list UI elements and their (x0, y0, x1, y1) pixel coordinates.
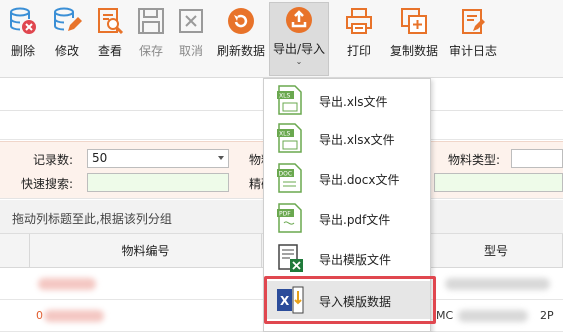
menu-item-label: 导出.xlsx文件 (319, 133, 395, 147)
docx-file-icon: DOC (277, 163, 302, 193)
print-label: 打印 (346, 44, 371, 58)
redacted-cell (38, 278, 96, 290)
print-button[interactable]: 打印 (340, 4, 378, 74)
view-label: 查看 (97, 44, 122, 58)
menu-item-export-xls[interactable]: XLS 导出.xls文件 (264, 81, 430, 119)
record-count-label: 记录数: (33, 153, 74, 167)
delete-button[interactable]: 删除 (4, 4, 42, 74)
copy-icon (401, 8, 427, 34)
cell-fragment: MC (436, 309, 454, 322)
export-import-button[interactable]: 导出/导入 ⌄ (269, 2, 329, 76)
save-icon (138, 8, 164, 34)
cell-fragment: 0 (36, 309, 43, 322)
menu-item-label: 导出.pdf文件 (319, 213, 391, 227)
toolbar: 删除 修改 查看 保存 取消 刷新数据 导出/导入 ⌄ 打印 复制数据 审计日志 (0, 0, 563, 78)
template-export-icon (278, 244, 303, 272)
material-type-select[interactable] (511, 149, 563, 168)
redacted-cell (445, 278, 550, 290)
delete-label: 删除 (10, 44, 35, 58)
svg-text:PDF: PDF (279, 211, 291, 218)
pdf-file-icon: PDF (277, 203, 302, 233)
menu-item-label: 导出.docx文件 (319, 173, 400, 187)
chevron-down-icon (218, 156, 224, 160)
svg-text:XLS: XLS (279, 131, 290, 138)
edit-button[interactable]: 修改 (48, 4, 86, 74)
refresh-label: 刷新数据 (216, 44, 265, 58)
quick-search-label: 快速搜索: (21, 177, 74, 191)
refresh-icon (228, 8, 254, 34)
audit-log-icon (462, 9, 485, 34)
refresh-button[interactable]: 刷新数据 (213, 4, 269, 74)
save-label: 保存 (138, 44, 163, 58)
redacted-cell (44, 310, 104, 322)
cancel-label: 取消 (178, 44, 203, 58)
copy-data-button[interactable]: 复制数据 (386, 4, 442, 74)
audit-log-button[interactable]: 审计日志 (445, 4, 501, 74)
record-count-select[interactable]: 50 (87, 149, 229, 168)
xlsx-file-icon: XLS (277, 123, 302, 153)
svg-text:DOC: DOC (279, 171, 293, 178)
save-button[interactable]: 保存 (132, 4, 170, 74)
record-count-value: 50 (92, 151, 108, 165)
menu-item-export-pdf[interactable]: PDF 导出.pdf文件 (264, 199, 430, 237)
precise-input[interactable] (434, 173, 563, 192)
menu-item-label: 导出.xls文件 (319, 95, 388, 109)
edit-label: 修改 (54, 44, 79, 58)
row-indicator-header (0, 234, 30, 268)
delete-db-icon (10, 7, 36, 34)
edit-db-icon (54, 7, 82, 31)
quick-search-input[interactable] (87, 173, 229, 192)
column-header-model[interactable]: 型号 (430, 234, 563, 268)
xls-file-icon: XLS (277, 85, 302, 115)
material-type-label: 物料类型: (448, 153, 501, 167)
highlight-annotation (264, 276, 436, 324)
export-import-icon (286, 7, 312, 33)
menu-item-export-template[interactable]: 导出模版文件 (264, 239, 430, 277)
export-import-label: 导出/导入 (272, 42, 326, 56)
chevron-down-icon: ⌄ (295, 57, 303, 66)
svg-text:XLS: XLS (279, 93, 290, 100)
redacted-cell (458, 310, 528, 322)
menu-item-export-xlsx[interactable]: XLS 导出.xlsx文件 (264, 119, 430, 157)
cell-fragment: 2P (540, 309, 554, 322)
menu-item-label: 导出模版文件 (319, 253, 392, 267)
view-button[interactable]: 查看 (91, 4, 129, 74)
print-icon (346, 8, 372, 34)
view-icon (98, 8, 124, 35)
copy-data-label: 复制数据 (389, 44, 438, 58)
column-header-material-code[interactable]: 物料编号 (30, 234, 262, 268)
cancel-icon (179, 9, 203, 33)
menu-item-export-docx[interactable]: DOC 导出.docx文件 (264, 159, 430, 197)
audit-log-label: 审计日志 (448, 44, 497, 58)
cancel-button[interactable]: 取消 (172, 4, 210, 74)
